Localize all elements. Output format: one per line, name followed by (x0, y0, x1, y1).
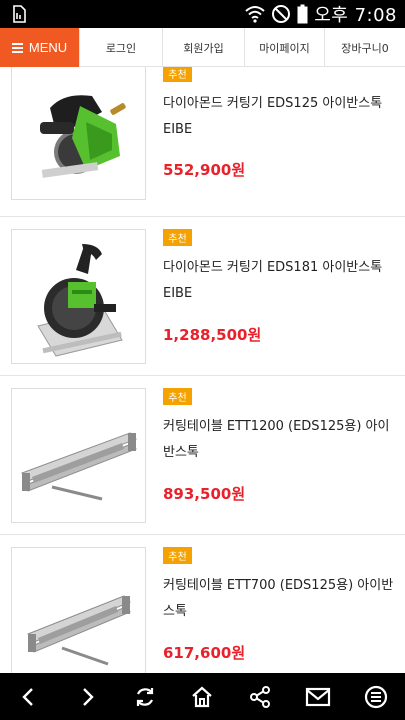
tile-cutter-eds181-image (37, 244, 123, 357)
product-item[interactable]: 추천 커팅테이블 ETT1200 (EDS125용) 아이반스톡 893,500… (0, 376, 405, 535)
product-price: 552,900원 (163, 161, 246, 179)
status-time: 오후 7:08 (314, 5, 397, 26)
menu-button[interactable]: MENU (0, 28, 79, 67)
bottom-toolbar (0, 673, 405, 720)
status-bar: 오후 7:08 (0, 0, 405, 28)
do-not-disturb-icon (272, 5, 291, 23)
cutting-table-ett1200-image (21, 432, 137, 501)
product-price: 893,500원 (163, 485, 246, 503)
share-icon[interactable] (240, 677, 280, 717)
product-thumbnail[interactable] (11, 547, 146, 673)
more-icon[interactable] (356, 677, 396, 717)
product-list: 추천 다이아몬드 커팅기 EDS125 아이반스톡 EIBE 552,900원 … (0, 67, 405, 673)
product-name[interactable]: 다이아몬드 커팅기 EDS125 아이반스톡 EIBE (163, 91, 395, 143)
product-price: 617,600원 (163, 644, 246, 662)
menu-label: MENU (28, 40, 68, 55)
product-thumbnail[interactable] (11, 229, 146, 364)
product-thumbnail[interactable] (11, 388, 146, 523)
nav-mypage[interactable]: 마이페이지 (244, 28, 324, 67)
tile-cutter-eds125-image (40, 95, 126, 178)
product-price: 1,288,500원 (163, 326, 262, 344)
sim-card-icon (13, 5, 26, 23)
product-name[interactable]: 커팅테이블 ETT700 (EDS125용) 아이반스톡 (163, 573, 395, 625)
product-item[interactable]: 추천 다이아몬드 커팅기 EDS181 아이반스톡 EIBE 1,288,500… (0, 217, 405, 376)
recommend-badge: 추천 (163, 229, 192, 246)
product-thumbnail[interactable] (11, 67, 146, 200)
recommend-badge: 추천 (163, 388, 192, 405)
home-icon[interactable] (182, 677, 222, 717)
nav-login[interactable]: 로그인 (79, 28, 162, 67)
cutting-table-ett700-image (27, 595, 131, 666)
forward-icon[interactable] (67, 677, 107, 717)
top-navigation: MENU 로그인 회원가입 마이페이지 장바구니0 (0, 28, 405, 67)
back-icon[interactable] (9, 677, 49, 717)
product-item[interactable]: 추천 커팅테이블 ETT700 (EDS125용) 아이반스톡 617,600원 (0, 535, 405, 673)
wifi-icon (245, 6, 265, 23)
product-item[interactable]: 추천 다이아몬드 커팅기 EDS125 아이반스톡 EIBE 552,900원 (0, 67, 405, 217)
recommend-badge: 추천 (163, 547, 192, 564)
hamburger-icon (11, 42, 23, 53)
refresh-icon[interactable] (125, 677, 165, 717)
nav-signup[interactable]: 회원가입 (162, 28, 244, 67)
mail-icon[interactable] (298, 677, 338, 717)
battery-icon (297, 4, 308, 24)
recommend-badge: 추천 (163, 67, 192, 82)
product-name[interactable]: 다이아몬드 커팅기 EDS181 아이반스톡 EIBE (163, 255, 395, 307)
product-name[interactable]: 커팅테이블 ETT1200 (EDS125용) 아이반스톡 (163, 414, 395, 466)
nav-cart[interactable]: 장바구니0 (324, 28, 405, 67)
